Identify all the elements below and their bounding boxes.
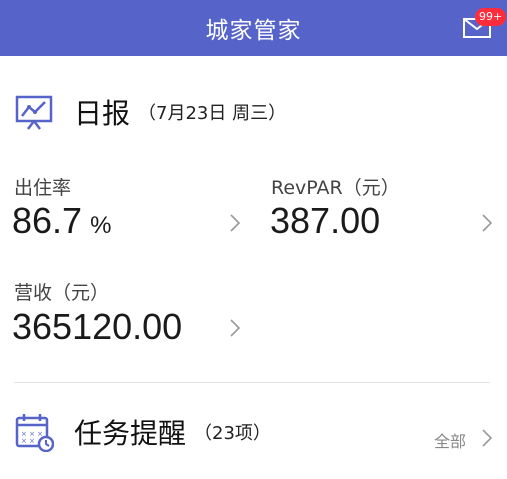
revenue-value[interactable]: 365120.00 xyxy=(12,306,182,348)
chevron-right-icon[interactable] xyxy=(229,213,241,233)
app-title: 城家管家 xyxy=(205,18,302,44)
chevron-right-icon[interactable] xyxy=(481,213,493,233)
svg-text:× ×: × × xyxy=(21,437,35,445)
occupancy-value: 86.7 xyxy=(12,200,83,241)
section-divider xyxy=(14,382,490,383)
view-all-link[interactable]: 全部 xyxy=(434,428,466,452)
revenue-label: 营收（元） xyxy=(14,282,110,304)
chart-report-icon xyxy=(15,95,53,130)
occupancy-metric[interactable]: 86.7% xyxy=(12,200,111,242)
task-reminder-header[interactable]: × × × × × 任务提醒 （23项） xyxy=(14,412,271,452)
daily-report-header[interactable]: 日报 （7月23日 周三） xyxy=(14,92,286,132)
chevron-right-icon[interactable] xyxy=(481,428,493,448)
app-header: 城家管家 xyxy=(0,0,507,56)
revpar-label: RevPAR（元） xyxy=(271,177,400,199)
occupancy-label: 出住率 xyxy=(14,177,72,199)
calendar-clock-icon: × × × × × xyxy=(15,414,54,452)
report-date: （7月23日 周三） xyxy=(138,103,287,124)
task-reminder-title: 任务提醒 xyxy=(74,417,187,450)
occupancy-unit: % xyxy=(90,212,112,239)
unread-badge: 99+ xyxy=(475,8,507,26)
task-count: （23项） xyxy=(194,423,271,444)
chevron-right-icon[interactable] xyxy=(229,318,241,338)
daily-report-title: 日报 xyxy=(74,97,131,130)
revpar-value[interactable]: 387.00 xyxy=(270,200,380,242)
